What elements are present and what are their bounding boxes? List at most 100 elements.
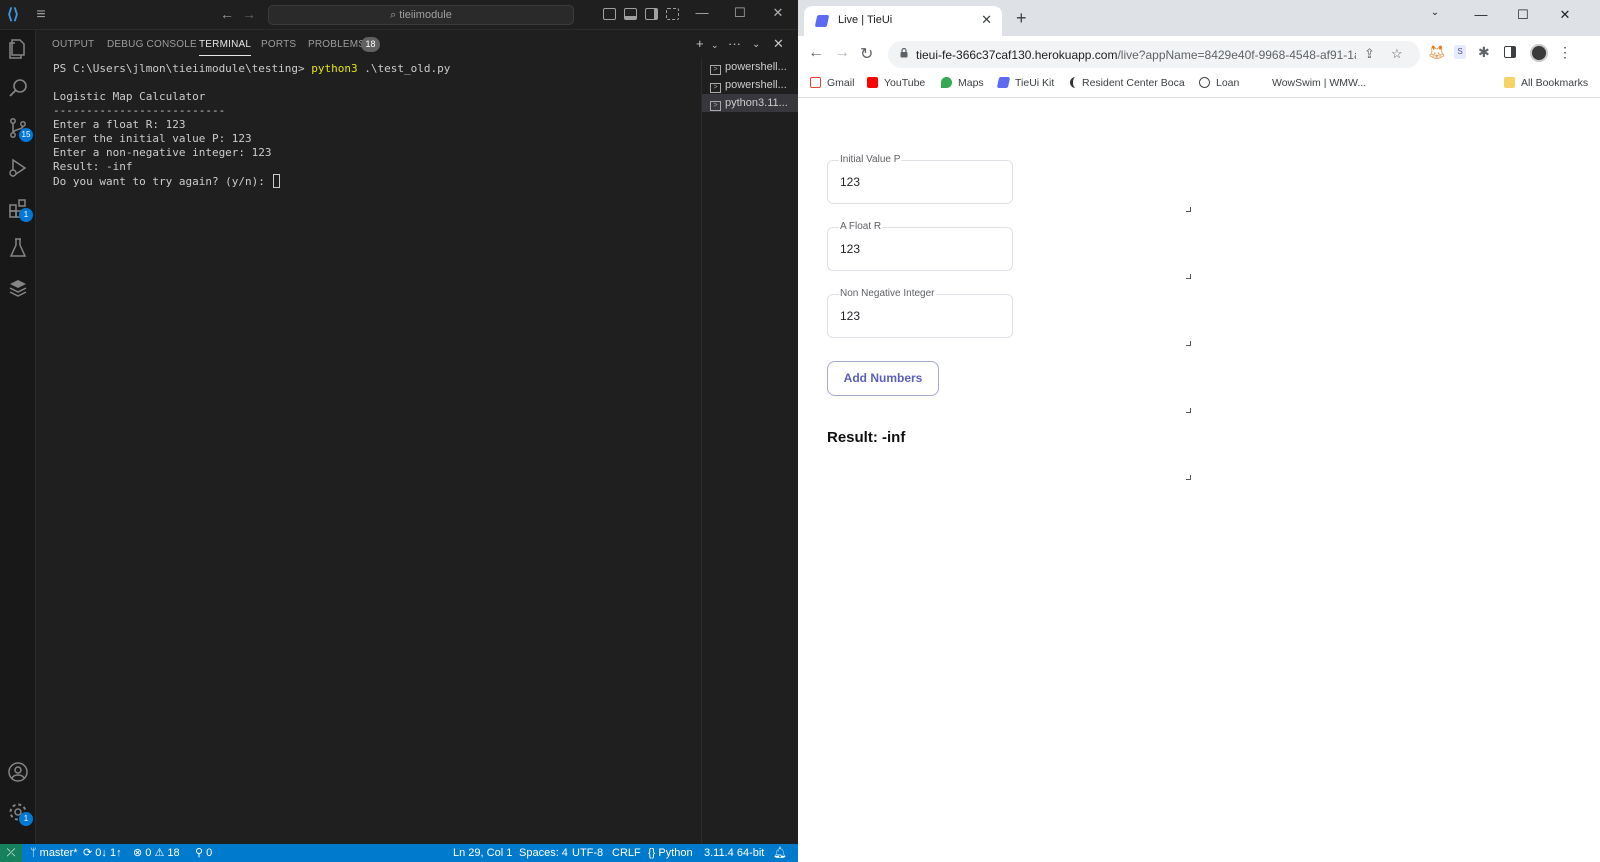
terminal-list: > powershell... > powershell... > python3.1…: [701, 58, 798, 844]
resize-handle-icon[interactable]: [1186, 207, 1191, 212]
float-r-field[interactable]: A Float R 123: [827, 221, 1013, 271]
extensions-puzzle-icon[interactable]: ✱: [1478, 44, 1496, 62]
bookmark-resident-center-boca[interactable]: Resident Center Boca: [1070, 77, 1185, 89]
field-value[interactable]: 123: [840, 175, 860, 189]
terminal-dropdown-chevron-icon[interactable]: ⌄: [711, 40, 719, 51]
error-icon: ⊗: [133, 847, 146, 859]
branch-name: master*: [39, 847, 78, 859]
notifications-bell-icon[interactable]: 🔔︎: [773, 844, 787, 862]
field-label: A Float R: [839, 221, 883, 232]
side-panel-icon[interactable]: [1504, 44, 1522, 62]
chrome-menu-kebab-icon[interactable]: ⋮: [1558, 44, 1576, 62]
explorer-icon[interactable]: [6, 37, 30, 61]
resize-handle-icon[interactable]: [1186, 408, 1191, 413]
resize-handle-icon[interactable]: [1186, 341, 1191, 346]
bookmark-star-icon[interactable]: ☆: [1391, 46, 1403, 62]
status-sync[interactable]: ⟳ 0↓ 1↑: [83, 844, 122, 862]
bookmark-maps[interactable]: Maps: [941, 77, 984, 89]
source-control-icon[interactable]: 15: [6, 116, 33, 142]
tab-close-icon[interactable]: ✕: [981, 12, 992, 28]
more-actions-icon[interactable]: ···: [728, 36, 741, 51]
bookmark-youtube[interactable]: YouTube: [867, 77, 925, 89]
bookmark-gmail[interactable]: Gmail: [810, 77, 854, 89]
problems-count-badge: 18: [361, 37, 380, 52]
terminal-list-item-label: powershell...: [725, 61, 787, 73]
field-value[interactable]: 123: [840, 309, 860, 323]
command-center-search[interactable]: ⌕ tieiimodule: [268, 5, 574, 25]
terminal-cursor[interactable]: [272, 174, 280, 188]
hamburger-menu-icon[interactable]: ≡: [32, 6, 50, 24]
maximize-icon[interactable]: ☐: [730, 5, 750, 21]
share-icon[interactable]: ⇪: [1364, 46, 1375, 62]
field-value[interactable]: 123: [840, 242, 860, 256]
resize-handle-icon[interactable]: [1186, 475, 1191, 480]
resize-handle-icon[interactable]: [1186, 274, 1191, 279]
testing-flask-icon[interactable]: [6, 236, 30, 260]
status-eol[interactable]: CRLF: [612, 844, 641, 862]
maximize-icon[interactable]: ☐: [1512, 7, 1534, 23]
customize-layout-icon[interactable]: [666, 8, 679, 20]
terminal-list-item[interactable]: > powershell...: [702, 76, 798, 94]
reload-icon[interactable]: ↻: [860, 44, 873, 64]
close-icon[interactable]: ✕: [768, 5, 788, 21]
status-interpreter[interactable]: 3.11.4 64-bit: [704, 844, 764, 862]
metamask-extension-icon[interactable]: 🦊︎: [1428, 44, 1446, 62]
toggle-panel-icon[interactable]: [624, 8, 637, 20]
minimize-icon[interactable]: —: [1470, 7, 1492, 22]
bookmark-tieui-kit[interactable]: TieUi Kit: [996, 77, 1055, 89]
status-branch[interactable]: ᛘ master*: [30, 844, 78, 862]
tab-output[interactable]: OUTPUT: [52, 39, 94, 50]
non-negative-integer-field[interactable]: Non Negative Integer 123: [827, 288, 1013, 338]
settings-gear-icon[interactable]: 1: [6, 800, 33, 826]
terminal-output[interactable]: PS C:\Users\jlmon\tieiimodule\testing> p…: [36, 58, 701, 844]
initial-value-p-field[interactable]: Initial Value P 123: [827, 154, 1013, 204]
bookmark-loan[interactable]: Loan: [1199, 77, 1239, 89]
forward-arrow-icon[interactable]: →: [834, 44, 850, 62]
back-arrow-icon[interactable]: ←: [220, 6, 234, 22]
extensions-icon[interactable]: 1: [6, 196, 33, 222]
back-arrow-icon[interactable]: ←: [808, 44, 824, 62]
url-path: /live?appName=8429e40f-9968-4548-af91-1a…: [1117, 48, 1356, 62]
status-encoding[interactable]: UTF-8: [572, 844, 603, 862]
profile-avatar[interactable]: [1530, 44, 1548, 62]
browser-tab-active[interactable]: Live | TieUi ✕: [804, 6, 1002, 36]
status-indentation[interactable]: Spaces: 4: [519, 844, 568, 862]
close-panel-icon[interactable]: ✕: [773, 36, 784, 52]
tab-terminal[interactable]: TERMINAL: [199, 39, 252, 56]
sync-counts: 0↓ 1↑: [95, 847, 122, 859]
all-bookmarks-folder[interactable]: All Bookmarks: [1504, 77, 1588, 89]
add-numbers-button[interactable]: Add Numbers: [827, 361, 939, 396]
new-terminal-plus-icon[interactable]: +: [696, 36, 704, 51]
remote-indicator-icon[interactable]: ⤫: [0, 844, 22, 862]
toggle-primary-sidebar-icon[interactable]: [603, 8, 616, 20]
web-page-content: Initial Value P 123 A Float R 123 Non Ne…: [798, 99, 1600, 862]
accounts-icon[interactable]: [6, 760, 30, 784]
tab-search-chevron-icon[interactable]: ⌄: [1424, 7, 1446, 18]
new-tab-plus-icon[interactable]: +: [1016, 9, 1027, 27]
toggle-secondary-sidebar-icon[interactable]: [645, 8, 658, 20]
status-language[interactable]: {} Python: [648, 844, 693, 862]
tab-ports[interactable]: PORTS: [261, 39, 296, 50]
lock-icon[interactable]: [900, 48, 908, 58]
search-icon[interactable]: [6, 76, 30, 100]
extension-s-icon[interactable]: S: [1454, 44, 1472, 62]
bookmark-label: All Bookmarks: [1521, 77, 1589, 89]
address-bar[interactable]: tieui-fe-366c37caf130.herokuapp.com/live…: [888, 41, 1420, 68]
run-debug-icon[interactable]: [6, 156, 30, 180]
collapse-panel-chevron-icon[interactable]: ⌄: [752, 39, 760, 50]
forward-arrow-icon[interactable]: →: [242, 6, 256, 22]
tab-debug-console[interactable]: DEBUG CONSOLE: [107, 39, 197, 50]
bookmark-wowswim[interactable]: WowSwim | WMW...: [1272, 77, 1366, 89]
terminal-list-item[interactable]: > powershell...: [702, 58, 798, 76]
terminal-list-item-label: powershell...: [725, 79, 787, 91]
status-ports[interactable]: ⚲ 0: [195, 844, 212, 862]
terminal-list-item-active[interactable]: > python3.11...: [702, 94, 798, 112]
tab-problems[interactable]: PROBLEMS: [308, 39, 365, 50]
remote-explorer-icon[interactable]: [6, 276, 30, 300]
status-problems[interactable]: ⊗ 0 ⚠ 18: [133, 844, 180, 862]
close-icon[interactable]: ✕: [1554, 7, 1576, 23]
ports-count: 0: [206, 847, 213, 859]
minimize-icon[interactable]: —: [692, 5, 712, 20]
bookmark-label: TieUi Kit: [1015, 77, 1055, 89]
status-cursor-position[interactable]: Ln 29, Col 1: [453, 844, 512, 862]
